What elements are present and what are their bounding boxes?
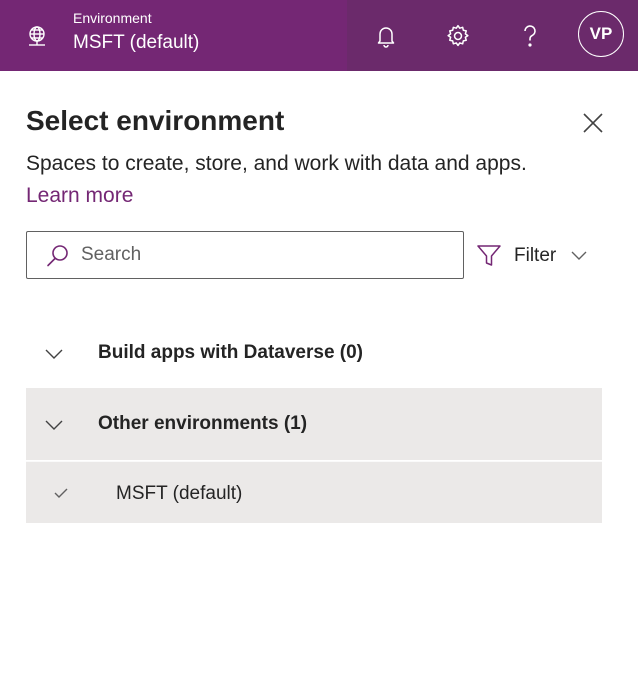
panel-title: Select environment: [26, 105, 285, 136]
notifications-button[interactable]: [368, 18, 404, 54]
gear-icon: [447, 24, 469, 47]
avatar[interactable]: VP: [578, 11, 624, 57]
group-label: Other environments (1): [98, 413, 308, 434]
help-icon: [524, 25, 536, 47]
filter-icon: [477, 245, 501, 266]
chevron-down-icon: [571, 251, 587, 260]
search-input[interactable]: [81, 242, 451, 268]
chevron-down-icon: [45, 349, 63, 359]
search-icon: [47, 245, 68, 267]
filter-button[interactable]: Filter: [476, 238, 596, 274]
settings-button[interactable]: [440, 18, 476, 54]
learn-more-link[interactable]: Learn more: [26, 182, 133, 210]
close-icon[interactable]: [580, 110, 606, 136]
environment-label: Environment: [73, 10, 152, 26]
environment-item-msft-default[interactable]: MSFT (default): [26, 461, 602, 523]
panel-description: Spaces to create, store, and work with d…: [26, 152, 527, 175]
environment-name: MSFT (default): [73, 32, 200, 53]
top-bar: Environment MSFT (default) VP: [0, 0, 638, 71]
group-other-environments[interactable]: Other environments (1): [26, 388, 602, 460]
globe-icon: [29, 26, 45, 46]
environment-item-label: MSFT (default): [116, 483, 243, 504]
environment-switcher-button[interactable]: Environment MSFT (default): [0, 0, 347, 71]
group-build-apps-dataverse[interactable]: Build apps with Dataverse (0): [26, 317, 602, 389]
help-button[interactable]: [512, 18, 548, 54]
bell-icon: [377, 27, 395, 48]
filter-label: Filter: [514, 245, 557, 266]
checkmark-icon: [54, 488, 68, 498]
group-label: Build apps with Dataverse (0): [98, 342, 364, 363]
search-box: [26, 231, 464, 279]
chevron-down-icon: [45, 420, 63, 430]
